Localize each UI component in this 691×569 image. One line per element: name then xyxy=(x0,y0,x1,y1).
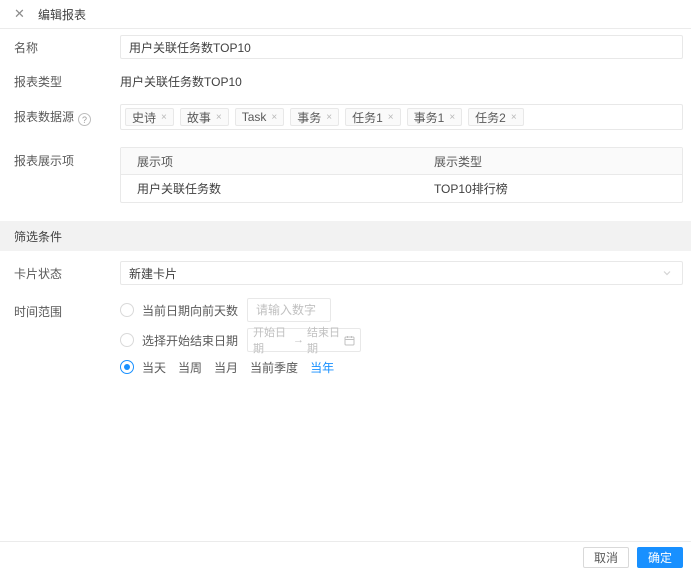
start-date-placeholder: 开始日期 xyxy=(253,327,287,355)
card-status-select[interactable]: 新建卡片 xyxy=(120,261,683,285)
data-source-label-text: 报表数据源 xyxy=(14,109,75,124)
radio-days-before[interactable] xyxy=(120,303,134,317)
tag: 故事 × xyxy=(179,108,229,126)
filter-section-title: 筛选条件 xyxy=(14,229,63,244)
tag: 事务1 × xyxy=(406,108,463,126)
days-before-input[interactable] xyxy=(247,298,332,322)
tag-label: 史诗 xyxy=(132,110,157,125)
time-range-option-quick: 当天 当周 当月 当前季度 当年 xyxy=(120,358,683,376)
table-header-display-type: 展示类型 xyxy=(433,154,482,169)
tag-remove-icon[interactable]: × xyxy=(161,112,167,123)
tag-label: 故事 xyxy=(186,110,211,125)
close-icon[interactable]: ✕ xyxy=(14,6,30,22)
tag-remove-icon[interactable]: × xyxy=(388,112,394,123)
tag-remove-icon[interactable]: × xyxy=(326,112,332,123)
page-title: 编辑报表 xyxy=(38,7,87,22)
radio-days-before-label[interactable]: 当前日期向前天数 xyxy=(142,302,238,319)
time-range-row: 时间范围 当前日期向前天数 选择开始结束日期 开始日期 → 结束日期 xyxy=(0,298,691,382)
name-input[interactable] xyxy=(120,35,683,59)
table-header-display-item: 展示项 xyxy=(137,154,174,169)
card-status-value: 新建卡片 xyxy=(129,266,178,281)
quick-option-this-quarter[interactable]: 当前季度 xyxy=(250,359,298,376)
dialog-header: ✕ 编辑报表 xyxy=(0,0,691,29)
cancel-button[interactable]: 取消 xyxy=(582,546,629,568)
date-range-input[interactable]: 开始日期 → 结束日期 xyxy=(247,327,362,355)
filter-section-header: 筛选条件 xyxy=(0,221,691,251)
chevron-down-icon xyxy=(662,268,672,278)
tag-label: 任务1 xyxy=(352,110,383,125)
tag-remove-icon[interactable]: × xyxy=(511,112,517,123)
report-type-value: 用户关联任务数TOP10 xyxy=(120,75,242,89)
tag-label: 任务2 xyxy=(475,110,506,125)
tag-remove-icon[interactable]: × xyxy=(216,112,222,123)
radio-date-range-label[interactable]: 选择开始结束日期 xyxy=(142,332,238,349)
tag-label: Task xyxy=(241,110,267,124)
tag: 任务2 × xyxy=(468,108,524,126)
quick-option-this-week[interactable]: 当周 xyxy=(178,359,202,376)
data-source-input[interactable]: 史诗 × 故事 × Task × 事务 × 任务1 × 事务1 × 任务2 × xyxy=(120,104,683,130)
table-row: 用户关联任务数 TOP10排行榜 xyxy=(121,175,682,202)
tag: 任务1 × xyxy=(345,108,401,126)
report-type-label: 报表类型 xyxy=(14,75,63,89)
tag-remove-icon[interactable]: × xyxy=(271,112,277,123)
card-status-label: 卡片状态 xyxy=(14,266,63,281)
report-type-row: 报表类型 用户关联任务数TOP10 xyxy=(0,73,691,90)
radio-date-range[interactable] xyxy=(120,333,134,347)
quick-option-this-year[interactable]: 当年 xyxy=(310,359,334,376)
time-range-label: 时间范围 xyxy=(14,305,63,319)
arrow-right-icon: → xyxy=(293,334,305,346)
display-items-label: 报表展示项 xyxy=(14,154,75,168)
confirm-button[interactable]: 确定 xyxy=(636,546,683,568)
data-source-row: 报表数据源? 史诗 × 故事 × Task × 事务 × 任务1 × 事务1 ×… xyxy=(0,104,691,130)
quick-options: 当天 当周 当月 当前季度 当年 xyxy=(134,358,334,376)
name-label: 名称 xyxy=(14,40,39,55)
display-items-row: 报表展示项 展示项 展示类型 用户关联任务数 TOP10排行榜 xyxy=(0,147,691,203)
table-header-row: 展示项 展示类型 xyxy=(121,148,682,175)
name-row: 名称 xyxy=(0,35,691,59)
time-range-option-date-range: 选择开始结束日期 开始日期 → 结束日期 xyxy=(120,327,683,355)
tag: Task × xyxy=(234,108,285,126)
tag: 史诗 × xyxy=(125,108,174,126)
end-date-placeholder: 结束日期 xyxy=(307,327,341,355)
dialog-footer: 取消 确定 xyxy=(0,541,691,569)
edit-report-dialog: ✕ 编辑报表 名称 报表类型 用户关联任务数TOP10 报表数据源? 史诗 × … xyxy=(0,0,691,569)
table-cell-display-type: TOP10排行榜 xyxy=(433,182,508,196)
table-cell-display-item: 用户关联任务数 xyxy=(137,182,222,196)
calendar-icon xyxy=(344,335,355,346)
display-items-table: 展示项 展示类型 用户关联任务数 TOP10排行榜 xyxy=(120,147,683,203)
tag-label: 事务 xyxy=(297,110,322,125)
tag-remove-icon[interactable]: × xyxy=(449,112,455,123)
radio-quick-selected[interactable] xyxy=(120,360,134,374)
data-source-label: 报表数据源? xyxy=(14,108,120,127)
tag-label: 事务1 xyxy=(413,110,445,125)
help-icon[interactable]: ? xyxy=(78,113,92,127)
card-status-row: 卡片状态 新建卡片 xyxy=(0,261,691,285)
quick-option-this-month[interactable]: 当月 xyxy=(214,359,238,376)
quick-option-today[interactable]: 当天 xyxy=(142,359,166,376)
time-range-option-days-before: 当前日期向前天数 xyxy=(120,298,683,322)
tag: 事务 × xyxy=(290,108,340,126)
